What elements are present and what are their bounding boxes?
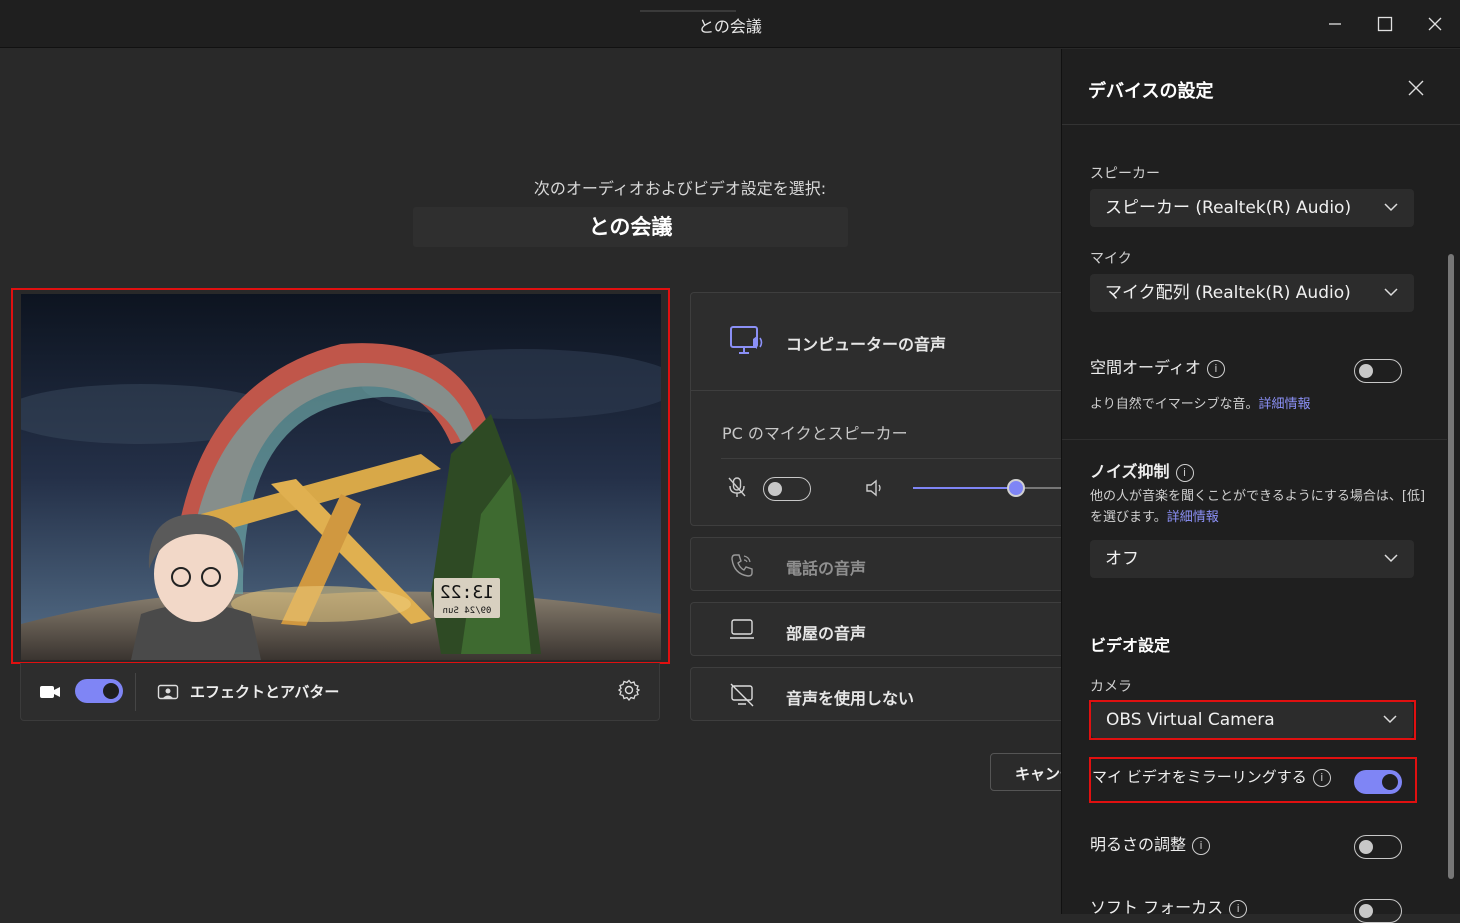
- info-icon[interactable]: i: [1206, 360, 1225, 378]
- computer-audio-card[interactable]: コンピューターの音声 PC のマイクとスピーカー: [690, 292, 1080, 526]
- spatial-audio-desc-text: より自然でイマーシブな音。: [1090, 397, 1259, 412]
- camera-toggle[interactable]: [75, 679, 123, 703]
- divider: [135, 673, 136, 711]
- maximize-icon: [1377, 16, 1393, 32]
- speaker-value: スピーカー (Realtek(R) Audio): [1105, 198, 1352, 218]
- volume-slider[interactable]: [913, 479, 1079, 497]
- soft-focus-label: ソフト フォーカス: [1090, 898, 1224, 917]
- title-accent-bar: [640, 10, 736, 12]
- video-preview: 13:22 09/24 Sun: [21, 294, 661, 660]
- no-audio-label: 音声を使用しない: [786, 689, 915, 708]
- noise-suppression-row: ノイズ抑制 i: [1090, 458, 1194, 482]
- panel-header: デバイスの設定: [1062, 49, 1460, 125]
- phone-icon: [731, 554, 753, 577]
- divider: [691, 390, 1079, 391]
- close-panel-icon[interactable]: [1408, 80, 1424, 96]
- chevron-down-icon: [1383, 715, 1397, 724]
- room-device-icon: [730, 619, 754, 639]
- device-settings-panel: デバイスの設定 スピーカー スピーカー (Realtek(R) Audio) マ…: [1061, 49, 1460, 923]
- computer-audio-icon: [730, 326, 763, 354]
- phone-audio-label: 電話の音声: [786, 559, 867, 578]
- mic-label: マイク: [1090, 251, 1132, 267]
- soft-focus-toggle[interactable]: [1354, 899, 1402, 923]
- volume-fill: [913, 487, 1016, 489]
- video-controls-bar: エフェクトとアバター: [20, 663, 660, 721]
- brightness-toggle[interactable]: [1354, 835, 1402, 859]
- mirror-video-toggle[interactable]: [1354, 770, 1402, 794]
- room-audio-label: 部屋の音声: [786, 624, 867, 643]
- phone-audio-option[interactable]: 電話の音声: [690, 537, 1080, 591]
- volume-slider-thumb[interactable]: [1007, 479, 1025, 497]
- close-icon: [1428, 17, 1442, 31]
- noise-desc-line2: を選びます。: [1090, 510, 1167, 525]
- panel-title: デバイスの設定: [1088, 81, 1214, 102]
- window-title: との会議: [698, 17, 762, 36]
- video-preview-highlight: 13:22 09/24 Sun: [11, 288, 670, 664]
- chevron-down-icon: [1384, 203, 1398, 212]
- clock-time: 13:22: [440, 582, 494, 603]
- spatial-audio-row: 空間オーディオ i: [1090, 354, 1225, 378]
- no-audio-icon: [730, 683, 754, 707]
- brightness-label: 明るさの調整: [1090, 835, 1187, 854]
- mic-toggle[interactable]: [763, 477, 811, 501]
- effects-label: エフェクトとアバター: [190, 683, 340, 701]
- info-icon[interactable]: i: [1229, 900, 1248, 918]
- camera-label: カメラ: [1090, 679, 1132, 695]
- mic-select[interactable]: マイク配列 (Realtek(R) Audio): [1090, 274, 1414, 312]
- noise-suppression-label: ノイズ抑制: [1090, 462, 1170, 481]
- camera-select[interactable]: OBS Virtual Camera: [1091, 702, 1413, 738]
- chevron-down-icon: [1384, 554, 1398, 563]
- divider: [1062, 439, 1447, 440]
- noise-desc: 他の人が音楽を聞くことができるようにする場合は、[低] を選びます。詳細情報: [1090, 486, 1430, 528]
- soft-focus-row: ソフト フォーカス i: [1090, 894, 1248, 918]
- maximize-button[interactable]: [1370, 10, 1400, 38]
- noise-desc-line1: 他の人が音楽を聞くことができるようにする場合は、[低]: [1090, 489, 1426, 504]
- prejoin-main: 次のオーディオおよびビデオ設定を選択: との会議 13:22 09/24 Sun…: [0, 49, 1150, 914]
- mic-muted-icon[interactable]: [727, 476, 747, 498]
- mic-value: マイク配列 (Realtek(R) Audio): [1105, 283, 1351, 303]
- minimize-button[interactable]: [1320, 10, 1350, 38]
- spatial-audio-desc: より自然でイマーシブな音。詳細情報: [1090, 394, 1311, 415]
- spatial-learn-more-link[interactable]: 詳細情報: [1258, 397, 1310, 412]
- panel-scrollbar[interactable]: [1448, 254, 1454, 879]
- noise-value: オフ: [1105, 549, 1139, 569]
- title-bar: との会議: [0, 0, 1460, 48]
- noise-learn-more-link[interactable]: 詳細情報: [1167, 510, 1219, 525]
- settings-gear-icon[interactable]: [618, 679, 640, 701]
- chevron-down-icon: [1384, 288, 1398, 297]
- info-icon[interactable]: i: [1175, 464, 1194, 482]
- camera-value: OBS Virtual Camera: [1106, 710, 1275, 730]
- meeting-title: との会議: [413, 207, 848, 247]
- pc-mic-speaker-label: PC のマイクとスピーカー: [722, 424, 908, 443]
- preview-scene-image: 13:22 09/24 Sun: [21, 294, 661, 660]
- room-audio-option[interactable]: 部屋の音声: [690, 602, 1080, 656]
- mirror-video-label: マイ ビデオをミラーリングする: [1092, 768, 1307, 786]
- spatial-audio-label: 空間オーディオ: [1090, 358, 1201, 377]
- info-icon[interactable]: i: [1192, 837, 1211, 855]
- brightness-row: 明るさの調整 i: [1090, 831, 1211, 855]
- spatial-audio-toggle[interactable]: [1354, 359, 1402, 383]
- video-settings-heading: ビデオ設定: [1090, 636, 1171, 655]
- speaker-volume-icon: [866, 479, 881, 497]
- clock-date: 09/24 Sun: [443, 606, 492, 616]
- camera-icon: [40, 686, 60, 698]
- info-icon[interactable]: i: [1312, 769, 1331, 787]
- noise-suppression-select[interactable]: オフ: [1090, 540, 1414, 578]
- speaker-label: スピーカー: [1090, 166, 1160, 182]
- divider: [721, 458, 1079, 459]
- computer-audio-label: コンピューターの音声: [786, 335, 947, 354]
- close-window-button[interactable]: [1420, 10, 1450, 38]
- speaker-select[interactable]: スピーカー (Realtek(R) Audio): [1090, 189, 1414, 227]
- mirror-video-row: マイ ビデオをミラーリングする i: [1092, 766, 1331, 787]
- effects-icon: [157, 684, 179, 700]
- minimize-icon: [1329, 23, 1341, 25]
- no-audio-option[interactable]: 音声を使用しない: [690, 667, 1080, 721]
